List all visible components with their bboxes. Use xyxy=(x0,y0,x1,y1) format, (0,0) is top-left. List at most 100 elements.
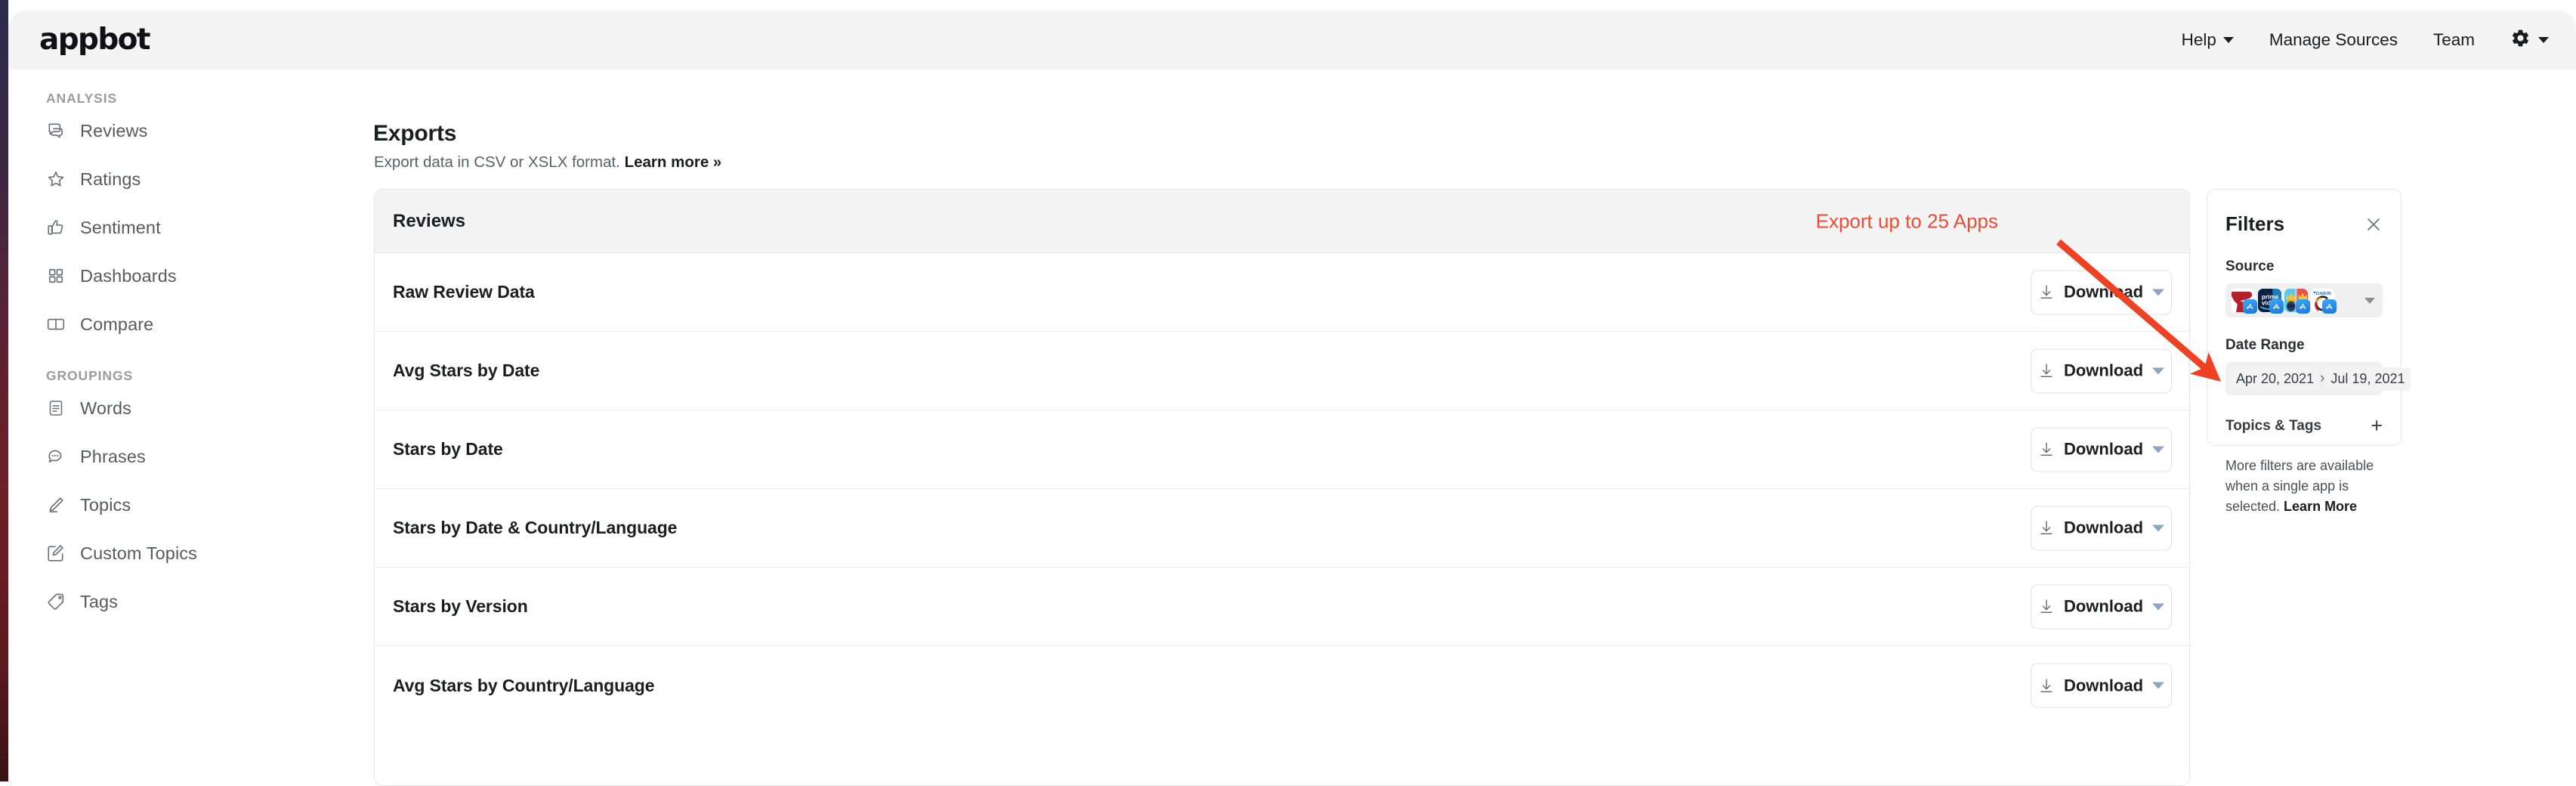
date-range-label: Date Range xyxy=(2225,337,2305,353)
prime-video-app-icon: prime vid xyxy=(2258,289,2284,314)
chevron-down-icon xyxy=(2152,603,2165,610)
export-row-label: Raw Review Data xyxy=(393,282,535,302)
sidebar-item-topics[interactable]: Topics xyxy=(8,481,302,529)
plus-icon[interactable]: + xyxy=(2371,416,2383,436)
sidebar-item-label: Words xyxy=(80,398,131,418)
app-store-badge xyxy=(2296,299,2310,314)
pencil-icon xyxy=(46,495,66,515)
sidebar-item-label: Ratings xyxy=(80,169,141,189)
thumbs-up-icon xyxy=(46,218,66,237)
table-row: Avg Stars by Date Download xyxy=(375,332,2189,410)
pinterest-app-icon xyxy=(2232,289,2257,314)
download-button-label: Download xyxy=(2063,282,2144,302)
nav-manage-sources[interactable]: Manage Sources xyxy=(2269,30,2398,50)
nav-team[interactable]: Team xyxy=(2433,30,2475,50)
nav-help[interactable]: Help xyxy=(2182,30,2234,50)
pencil-square-icon xyxy=(46,543,66,563)
sidebar-item-ratings[interactable]: Ratings xyxy=(8,155,302,203)
download-button-label: Download xyxy=(2063,676,2144,695)
topics-tags-label: Topics & Tags xyxy=(2225,417,2322,434)
date-from-value[interactable]: Apr 20, 2021 xyxy=(2230,367,2321,391)
sidebar-item-phrases[interactable]: Phrases xyxy=(8,432,302,481)
download-button-label: Download xyxy=(2063,361,2144,380)
topics-tags-filter[interactable]: Topics & Tags + xyxy=(2225,416,2383,436)
sidebar-item-label: Sentiment xyxy=(80,217,161,237)
gear-icon xyxy=(2510,28,2531,52)
chevron-down-icon xyxy=(2152,367,2165,374)
download-arrow-icon xyxy=(2038,441,2055,459)
download-button[interactable]: Download xyxy=(2031,663,2172,708)
date-to-value[interactable]: Jul 19, 2021 xyxy=(2324,367,2411,391)
download-arrow-icon xyxy=(2038,598,2055,616)
download-button-label: Download xyxy=(2063,439,2144,459)
sidebar-item-custom-topics[interactable]: Custom Topics xyxy=(8,529,302,577)
exports-card-header: Reviews Export up to 25 Apps xyxy=(375,190,2189,253)
sidebar-item-label: Dashboards xyxy=(80,265,177,286)
speech-bubble-dots-icon xyxy=(46,447,66,466)
export-row-label: Avg Stars by Country/Language xyxy=(393,675,655,695)
learn-more-link[interactable]: Learn more » xyxy=(625,153,722,171)
app-store-badge xyxy=(2269,299,2284,314)
sidebar-group-analysis-label: ANALYSIS xyxy=(46,91,118,106)
page-title: Exports xyxy=(373,121,457,146)
export-row-label: Avg Stars by Date xyxy=(393,361,540,380)
table-row: Raw Review Data Download xyxy=(375,253,2189,332)
sidebar-item-sentiment[interactable]: Sentiment xyxy=(8,203,302,252)
chevron-down-icon xyxy=(2152,682,2165,689)
source-filter-label: Source xyxy=(2225,258,2275,274)
sidebar-item-label: Compare xyxy=(80,314,154,334)
grid-squares-icon xyxy=(46,266,66,286)
sidebar-navigation: ANALYSIS Reviews Ratings Sentiment Dashb… xyxy=(8,91,302,781)
sidebar-item-label: Custom Topics xyxy=(80,543,197,563)
sidebar-item-tags[interactable]: Tags xyxy=(8,577,302,626)
top-navigation: Help Manage Sources Team xyxy=(2182,28,2549,52)
sidebar-item-compare[interactable]: Compare xyxy=(8,300,302,348)
table-row: Stars by Date Download xyxy=(375,410,2189,489)
sidebar-item-label: Topics xyxy=(80,494,131,515)
daikin-app-icon: DAIKIN xyxy=(2311,289,2337,314)
download-button[interactable]: Download xyxy=(2031,427,2172,472)
main-content: Exports Export data in CSV or XSLX forma… xyxy=(302,91,2576,786)
chevron-down-icon xyxy=(2152,446,2165,453)
sidebar-item-reviews[interactable]: Reviews xyxy=(8,107,302,155)
nav-help-label: Help xyxy=(2181,29,2216,49)
table-row: Stars by Date & Country/Language Downloa… xyxy=(375,489,2189,568)
appbot-logo[interactable]: appbot xyxy=(39,23,151,57)
chevron-down-icon xyxy=(2152,289,2165,296)
page-subtitle: Export data in CSV or XSLX format. Learn… xyxy=(374,153,721,172)
app-store-badge xyxy=(2243,299,2257,314)
annotation-label: Export up to 25 Apps xyxy=(1815,209,1998,232)
sidebar-item-words[interactable]: Words xyxy=(8,384,302,432)
export-row-label: Stars by Date xyxy=(393,439,503,459)
date-range-picker[interactable]: Apr 20, 2021 › Jul 19, 2021 xyxy=(2225,362,2411,395)
exports-card: Reviews Export up to 25 Apps Raw Review … xyxy=(374,189,2190,786)
exports-card-title: Reviews xyxy=(393,210,466,231)
filters-learn-more-link[interactable]: Learn More xyxy=(2284,499,2357,514)
source-filter-select[interactable]: prime vid DAIKIN xyxy=(2225,283,2383,317)
sidebar-group-groupings-label: GROUPINGS xyxy=(46,368,134,383)
filters-title: Filters xyxy=(2225,212,2285,235)
download-button[interactable]: Download xyxy=(2031,584,2172,629)
export-row-label: Stars by Date & Country/Language xyxy=(393,518,678,537)
settings-menu[interactable] xyxy=(2510,28,2549,52)
download-arrow-icon xyxy=(2038,519,2055,537)
split-panel-icon xyxy=(46,314,66,334)
download-arrow-icon xyxy=(2038,283,2055,302)
download-button-label: Download xyxy=(2063,596,2144,616)
chevron-down-icon xyxy=(2222,36,2234,43)
chevron-down-icon xyxy=(2538,36,2549,43)
download-button[interactable]: Download xyxy=(2031,506,2172,550)
clash-royale-app-icon xyxy=(2284,289,2310,314)
top-header-bar: appbot Help Manage Sources Team xyxy=(8,10,2576,70)
close-icon[interactable] xyxy=(2364,215,2383,234)
download-arrow-icon xyxy=(2038,362,2055,380)
tag-icon xyxy=(46,592,66,611)
chat-bubbles-icon xyxy=(46,121,66,141)
download-button[interactable]: Download xyxy=(2031,270,2172,314)
sidebar-item-dashboards[interactable]: Dashboards xyxy=(8,252,302,300)
download-arrow-icon xyxy=(2038,676,2055,695)
download-button[interactable]: Download xyxy=(2031,348,2172,393)
table-row: Stars by Version Download xyxy=(375,568,2189,646)
export-row-label: Stars by Version xyxy=(393,596,528,616)
filters-note: More filters are available when a single… xyxy=(2225,456,2383,517)
